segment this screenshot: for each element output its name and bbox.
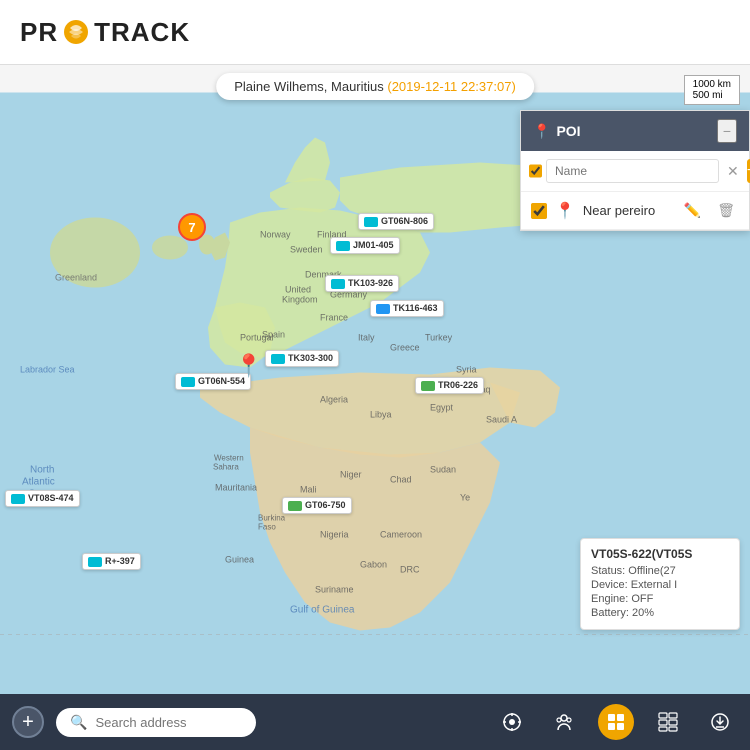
svg-text:Spain: Spain: [262, 330, 285, 340]
group-button[interactable]: [546, 704, 582, 740]
vehicle-tag[interactable]: R+-397: [82, 553, 141, 570]
svg-text:Burkina: Burkina: [258, 514, 286, 523]
location-nav-button[interactable]: [494, 704, 530, 740]
svg-text:Greece: Greece: [390, 343, 420, 353]
poi-search-input[interactable]: [546, 159, 719, 183]
svg-text:Ye: Ye: [460, 493, 470, 503]
vehicle-engine: Engine: OFF: [591, 593, 729, 605]
logo-text-pre: PR: [20, 17, 58, 48]
svg-text:Suriname: Suriname: [315, 585, 354, 595]
vehicle-tag[interactable]: TR06-226: [415, 377, 484, 394]
svg-text:Niger: Niger: [340, 470, 362, 480]
search-bar: 🔍: [56, 708, 256, 737]
svg-text:Guinea: Guinea: [225, 555, 254, 565]
vehicle-tag[interactable]: GT06-750: [282, 497, 352, 514]
header: PR TRACK: [0, 0, 750, 65]
poi-close-button[interactable]: −: [717, 119, 737, 143]
cluster-bubble[interactable]: 7: [178, 213, 206, 241]
bottom-icons: [494, 704, 738, 740]
location-bar: Plaine Wilhems, Mauritius (2019-12-11 22…: [216, 73, 534, 100]
vehicle-tag[interactable]: TK116-463: [370, 300, 444, 317]
cluster-label: 7: [188, 220, 195, 235]
svg-text:Western: Western: [214, 454, 244, 463]
svg-text:Libya: Libya: [370, 410, 392, 420]
svg-text:Sweden: Sweden: [290, 245, 323, 255]
bottom-bar: + 🔍: [0, 694, 750, 750]
poi-header: 📍 POI −: [521, 111, 749, 151]
vehicle-status: Status: Offline(27: [591, 565, 729, 577]
svg-text:Italy: Italy: [358, 333, 375, 343]
svg-text:Cameroon: Cameroon: [380, 530, 422, 540]
poi-item-pin-icon: 📍: [555, 201, 575, 221]
svg-text:Syria: Syria: [456, 365, 477, 375]
poi-location-icon: 📍: [533, 123, 550, 140]
poi-search-checkbox[interactable]: [529, 163, 542, 179]
svg-text:Gulf of Guinea: Gulf of Guinea: [290, 605, 355, 616]
grid-button[interactable]: [598, 704, 634, 740]
svg-text:Nigeria: Nigeria: [320, 530, 349, 540]
svg-text:Mali: Mali: [300, 485, 317, 495]
poi-item-row: 📍 Near pereiro ✏️ 🗑: [521, 192, 749, 230]
poi-item-checkbox[interactable]: [531, 203, 547, 219]
svg-text:Kingdom: Kingdom: [282, 295, 318, 305]
poi-title: POI: [556, 123, 580, 139]
svg-text:Greenland: Greenland: [55, 273, 97, 283]
svg-text:France: France: [320, 313, 348, 323]
logo-icon: [62, 18, 90, 46]
svg-text:Faso: Faso: [258, 523, 276, 532]
vehicle-tag[interactable]: VT08S-474: [5, 490, 80, 507]
vehicle-tag[interactable]: JM01-405: [330, 237, 400, 254]
svg-text:Turkey: Turkey: [425, 333, 453, 343]
download-button[interactable]: [702, 704, 738, 740]
vehicle-tag[interactable]: TK103-926: [325, 275, 399, 292]
logo: PR TRACK: [20, 17, 190, 48]
svg-text:Norway: Norway: [260, 230, 291, 240]
vehicle-device: Device: External I: [591, 579, 729, 591]
svg-text:United: United: [285, 285, 311, 295]
vehicle-battery: Battery: 20%: [591, 607, 729, 619]
vehicle-popup[interactable]: VT05S-622(VT05S Status: Offline(27 Devic…: [580, 538, 740, 630]
search-icon: 🔍: [70, 714, 87, 731]
svg-text:Egypt: Egypt: [430, 403, 454, 413]
svg-text:North: North: [30, 465, 54, 476]
scale-mi: 500 mi: [693, 90, 731, 101]
datetime-text: (2019-12-11 22:37:07): [387, 79, 515, 94]
svg-text:Labrador Sea: Labrador Sea: [20, 365, 75, 375]
vehicle-tag[interactable]: GT06N-806: [358, 213, 434, 230]
map-pin: 📍: [235, 353, 262, 379]
poi-clear-button[interactable]: ✕: [723, 161, 743, 182]
svg-text:Gabon: Gabon: [360, 560, 387, 570]
poi-item-edit-button[interactable]: ✏️: [680, 200, 705, 221]
add-button[interactable]: +: [12, 706, 44, 738]
svg-text:Atlantic: Atlantic: [22, 477, 55, 488]
scale-km: 1000 km: [693, 79, 731, 90]
vehicle-popup-title: VT05S-622(VT05S: [591, 547, 729, 561]
svg-text:Sahara: Sahara: [213, 463, 239, 472]
poi-item-delete-button[interactable]: 🗑: [713, 200, 739, 221]
svg-text:DRC: DRC: [400, 565, 420, 575]
search-input[interactable]: [95, 715, 242, 730]
svg-text:Mauritania: Mauritania: [215, 483, 257, 493]
map-container[interactable]: Gulf of Guinea North Atlantic Ocean Labr…: [0, 65, 750, 750]
vehicle-tag[interactable]: TK303-300: [265, 350, 339, 367]
svg-text:Sudan: Sudan: [430, 465, 456, 475]
svg-text:Chad: Chad: [390, 475, 412, 485]
svg-text:Saudi A: Saudi A: [486, 415, 517, 425]
poi-item-name: Near pereiro: [583, 203, 672, 218]
poi-search-row: ✕ +: [521, 151, 749, 192]
scale-bar: 1000 km 500 mi: [684, 75, 740, 105]
apps-button[interactable]: [650, 704, 686, 740]
location-text: Plaine Wilhems, Mauritius: [234, 79, 384, 94]
svg-text:Algeria: Algeria: [320, 395, 348, 405]
logo-text-post: TRACK: [94, 17, 190, 48]
poi-panel: 📍 POI − ✕ + 📍 Near pereiro ✏️ 🗑: [520, 110, 750, 231]
